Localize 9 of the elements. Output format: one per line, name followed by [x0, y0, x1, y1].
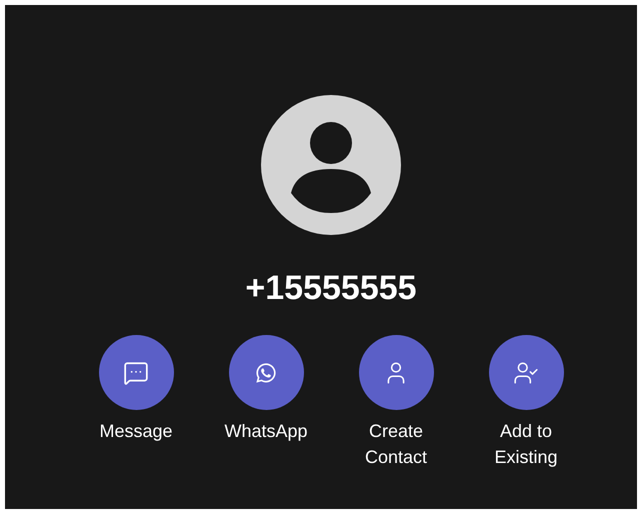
action-button[interactable]: Create Contact [331, 335, 461, 470]
action-button[interactable]: WhatsApp [201, 335, 331, 470]
person-check-icon [513, 360, 539, 386]
action-button[interactable]: Add to Existing [461, 335, 591, 470]
chat-bubble-icon [123, 360, 149, 386]
whatsapp-icon [255, 362, 277, 384]
avatar-icon [261, 95, 401, 235]
action-button[interactable]: Message [71, 335, 201, 470]
phone-number: +15555555 [245, 271, 417, 305]
